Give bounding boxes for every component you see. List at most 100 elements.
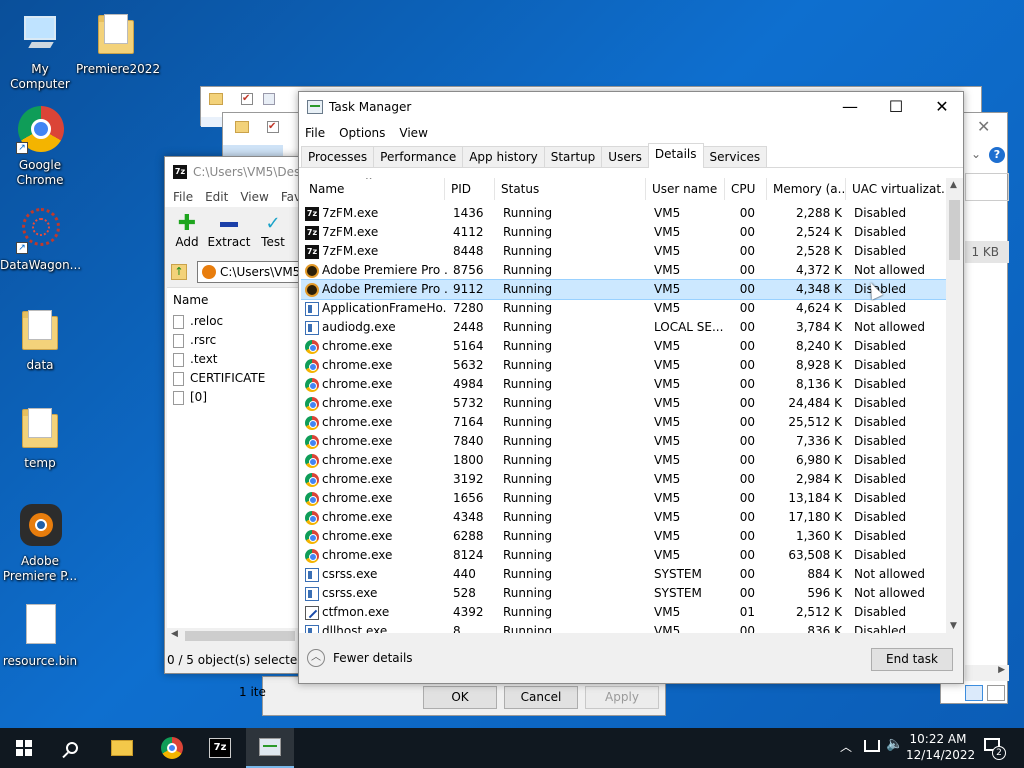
scroll-right-icon[interactable]: ▶	[998, 665, 1005, 675]
list-item[interactable]: .reloc	[173, 312, 223, 331]
process-row[interactable]: chrome.exe 6288 Running VM5 00 1,360 K Disable…	[301, 527, 946, 546]
process-row[interactable]: chrome.exe 4348 Running VM5 00 17,180 K Disabl…	[301, 508, 946, 527]
process-row[interactable]: 7z 7zFM.exe 4112 Running VM5 00 2,524 K Disable…	[301, 223, 946, 242]
tiles-view-icon[interactable]	[987, 685, 1005, 701]
help-icon[interactable]: ?	[989, 147, 1005, 163]
process-row[interactable]: csrss.exe 440 Running SYSTEM 00 884 K Not allo…	[301, 565, 946, 584]
up-folder-icon[interactable]: ↑	[171, 264, 187, 280]
task-manager-window[interactable]: Task Manager — ☐ ✕ File Options View Pro…	[298, 91, 964, 684]
desktop-icon-temp[interactable]: temp	[0, 404, 80, 471]
process-row[interactable]: chrome.exe 7164 Running VM5 00 25,512 K Disabl…	[301, 413, 946, 432]
list-item[interactable]: [0]	[173, 388, 207, 407]
column-header-name[interactable]: Name ^	[299, 178, 445, 200]
process-row[interactable]: chrome.exe 1656 Running VM5 00 13,184 K Disabl…	[301, 489, 946, 508]
process-row[interactable]: ctfmon.exe 4392 Running VM5 01 2,512 K Disable…	[301, 603, 946, 622]
process-row[interactable]: chrome.exe 3192 Running VM5 00 2,984 K Disable…	[301, 470, 946, 489]
tab-details[interactable]: Details	[647, 143, 704, 168]
column-header-user[interactable]: User name	[646, 178, 725, 200]
details-view-icon[interactable]	[965, 685, 983, 701]
apply-button[interactable]: Apply	[585, 686, 659, 709]
volume-icon[interactable]: 🔈	[886, 736, 903, 752]
ok-button[interactable]: OK	[423, 686, 497, 709]
taskbar-chrome[interactable]	[148, 728, 196, 768]
column-header-cpu[interactable]: CPU	[725, 178, 767, 200]
minimize-button[interactable]: —	[827, 92, 873, 122]
menu-view[interactable]: View	[399, 126, 427, 140]
process-row[interactable]: Adobe Premiere Pro ... 8756 Running VM5 00 4,…	[301, 261, 946, 280]
process-row[interactable]: audiodg.exe 2448 Running LOCAL SE... 00 3,784…	[301, 318, 946, 337]
tab-processes[interactable]: Processes	[301, 146, 375, 167]
process-list[interactable]: 7z 7zFM.exe 1436 Running VM5 00 2,288 K Disable…	[301, 204, 946, 635]
chrome-icon	[305, 415, 319, 430]
add-button[interactable]: ✚ Add	[165, 213, 209, 250]
clock[interactable]: 10:22 AM 12/14/2022	[906, 731, 975, 763]
menu-file[interactable]: File	[305, 126, 325, 140]
notification-center-button[interactable]: 2	[982, 736, 1006, 760]
network-icon[interactable]	[864, 740, 880, 752]
scroll-thumb[interactable]	[949, 200, 960, 260]
menu-view[interactable]: View	[240, 190, 268, 204]
extract-button[interactable]: Extract	[207, 213, 251, 249]
scroll-left-icon[interactable]: ◀	[171, 629, 178, 639]
process-row[interactable]: chrome.exe 5632 Running VM5 00 8,928 K Disable…	[301, 356, 946, 375]
column-header-pid[interactable]: PID	[445, 178, 495, 200]
menu-edit[interactable]: Edit	[205, 190, 228, 204]
list-item[interactable]: .rsrc	[173, 331, 216, 350]
horizontal-scrollbar[interactable]: ◀	[167, 628, 305, 644]
fewer-details-button[interactable]: ︿ Fewer details	[307, 649, 413, 667]
process-row[interactable]: 7z 7zFM.exe 1436 Running VM5 00 2,288 K Disable…	[301, 204, 946, 223]
process-row[interactable]: chrome.exe 4984 Running VM5 00 8,136 K Disable…	[301, 375, 946, 394]
search-button[interactable]	[48, 728, 96, 768]
list-item[interactable]: CERTIFICATE	[173, 369, 265, 388]
input-box[interactable]	[965, 173, 1009, 201]
process-row[interactable]: chrome.exe 8124 Running VM5 00 63,508 K Disabl…	[301, 546, 946, 565]
column-header-memory[interactable]: Memory (a...	[767, 178, 846, 200]
7zip-window[interactable]: 7z C:\Users\VM5\Desk File Edit View Favo…	[164, 156, 308, 674]
chevron-up-icon[interactable]: ︿	[840, 738, 852, 755]
cancel-button[interactable]: Cancel	[504, 686, 578, 709]
desktop-icon-my-computer[interactable]: My Computer	[0, 10, 80, 92]
test-button[interactable]: ✓ Test	[251, 213, 295, 249]
taskbar-task-manager[interactable]	[246, 728, 294, 768]
file-list[interactable]: Name .reloc .rsrc .text CERTIFICATE [0] …	[167, 287, 305, 644]
desktop-icon-datawagon[interactable]: ↗ DataWagon...	[0, 206, 81, 273]
desktop-icon-premiere2022[interactable]: Premiere2022	[76, 10, 160, 77]
process-row[interactable]: chrome.exe 5732 Running VM5 00 24,484 K Disabl…	[301, 394, 946, 413]
scroll-down-icon[interactable]: ▼	[950, 621, 957, 631]
process-row[interactable]: chrome.exe 5164 Running VM5 00 8,240 K Disable…	[301, 337, 946, 356]
process-row[interactable]: 7z 7zFM.exe 8448 Running VM5 00 2,528 K Disable…	[301, 242, 946, 261]
column-header-uac[interactable]: UAC virtualizat...	[846, 178, 945, 200]
chevron-down-icon[interactable]: ⌄	[971, 147, 981, 161]
close-button[interactable]: ✕	[919, 92, 965, 122]
process-row[interactable]: Adobe Premiere Pro ... 9112 Running VM5 00 4,…	[301, 279, 946, 300]
menu-file[interactable]: File	[173, 190, 193, 204]
desktop-icon-data[interactable]: data	[0, 306, 80, 373]
tab-services[interactable]: Services	[702, 146, 768, 167]
tab-performance[interactable]: Performance	[373, 146, 464, 167]
desktop-icon-google-chrome[interactable]: ↗ Google Chrome	[0, 106, 80, 188]
list-item[interactable]: .text	[173, 350, 218, 369]
menu-options[interactable]: Options	[339, 126, 385, 140]
tab-users[interactable]: Users	[601, 146, 649, 167]
column-header-name[interactable]: Name	[173, 290, 208, 310]
background-window-mid[interactable]: ✔	[222, 112, 302, 161]
vertical-scrollbar[interactable]: ▲ ▼	[946, 178, 963, 633]
start-button[interactable]	[0, 728, 48, 768]
desktop-icon-adobe-premiere[interactable]: Adobe Premiere P...	[0, 502, 80, 584]
process-row[interactable]: chrome.exe 1800 Running VM5 00 6,980 K Disable…	[301, 451, 946, 470]
tab-app-history[interactable]: App history	[462, 146, 545, 167]
process-row[interactable]: ApplicationFrameHo... 7280 Running VM5 00 4,6…	[301, 299, 946, 318]
process-row[interactable]: chrome.exe 7840 Running VM5 00 7,336 K Disable…	[301, 432, 946, 451]
end-task-button[interactable]: End task	[871, 648, 953, 671]
taskbar-7zip[interactable]: 7z	[196, 728, 244, 768]
title-bar[interactable]: Task Manager — ☐ ✕	[299, 92, 963, 122]
taskbar-file-explorer[interactable]	[98, 728, 146, 768]
column-header-status[interactable]: Status	[495, 178, 646, 200]
tab-startup[interactable]: Startup	[543, 146, 603, 167]
scroll-up-icon[interactable]: ▲	[950, 180, 957, 190]
desktop-icon-resource-bin[interactable]: resource.bin	[0, 602, 80, 669]
process-row[interactable]: csrss.exe 528 Running SYSTEM 00 596 K Not allo…	[301, 584, 946, 603]
address-bar[interactable]: C:\Users\VM5\	[197, 261, 305, 283]
maximize-button[interactable]: ☐	[873, 92, 919, 122]
close-icon[interactable]: ✕	[977, 117, 990, 136]
